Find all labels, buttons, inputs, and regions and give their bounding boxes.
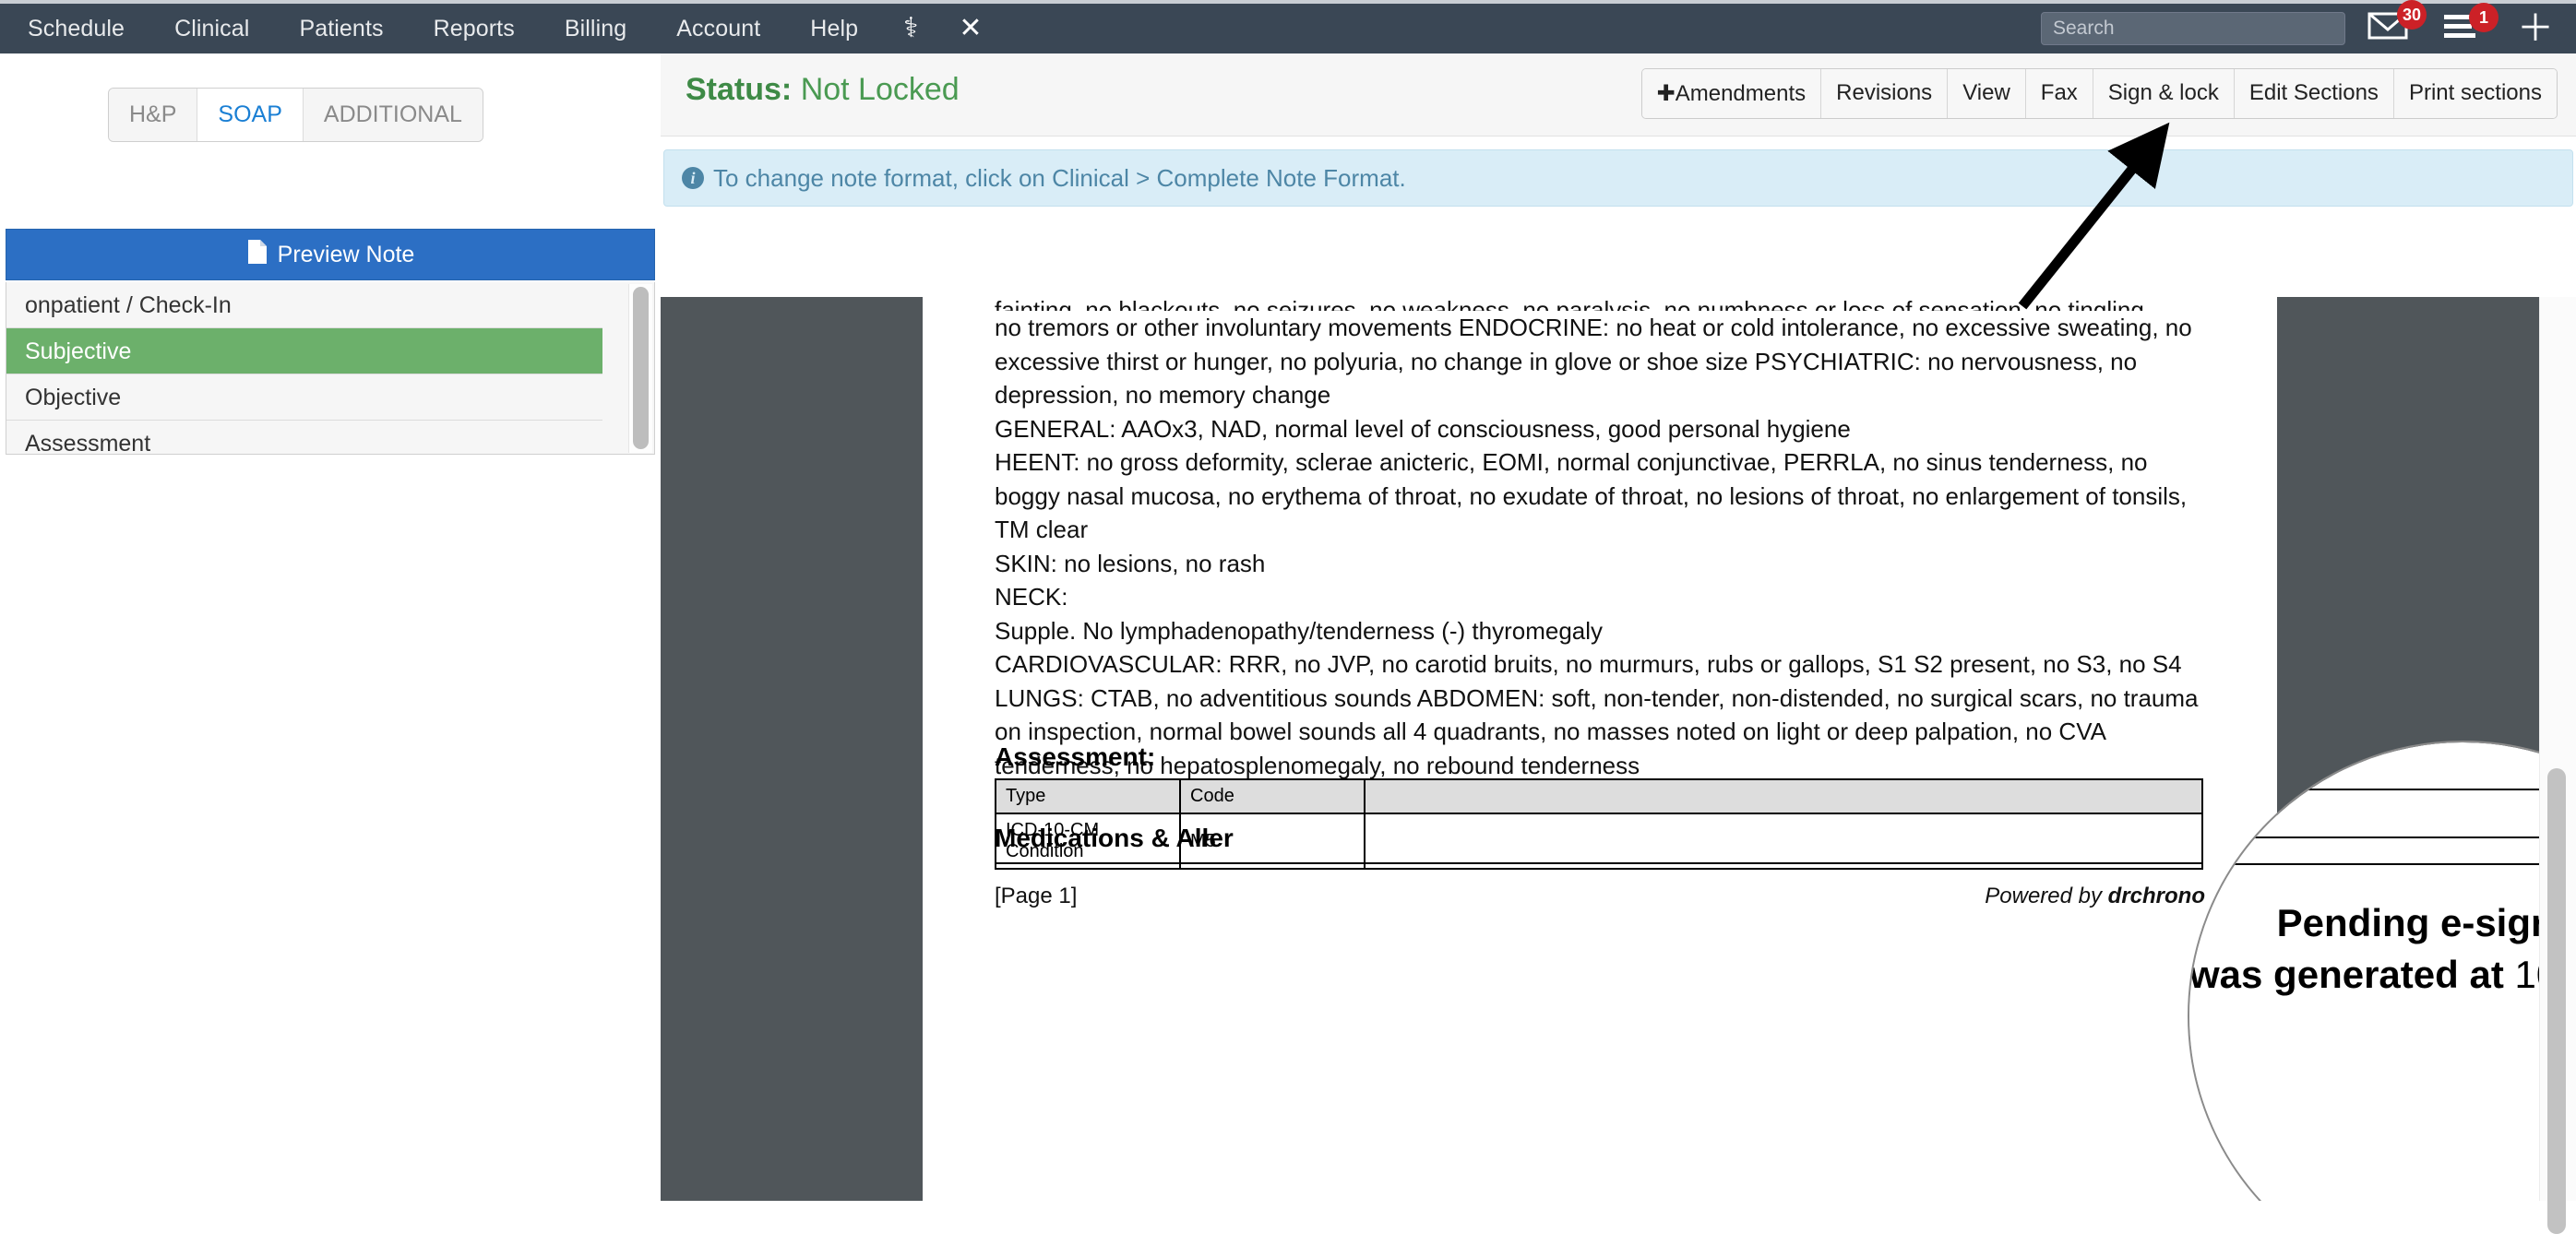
table-header-row: Type Code [995, 778, 2203, 814]
status-value: Not Locked [800, 72, 960, 107]
column-header-code: Code [1179, 778, 1366, 814]
top-navigation-bar: Schedule Clinical Patients Reports Billi… [0, 0, 2576, 53]
note-format-tabs: H&P SOAP ADDITIONAL [108, 88, 483, 142]
pdf-viewer[interactable]: fainting, no blackouts, no seizures, no … [661, 297, 2539, 1201]
info-icon: i [682, 167, 704, 189]
column-header-blank [1364, 778, 2203, 814]
tab-additional[interactable]: ADDITIONAL [303, 89, 483, 141]
status-label: Status: [686, 72, 793, 107]
magnifier-line-2-bold: was generated at [2189, 953, 2515, 996]
section-item-subjective[interactable]: Subjective [6, 328, 602, 374]
medications-heading: Medications & Aller [995, 824, 1234, 852]
main-content: Status: Not Locked ✚Amendments Revisions… [661, 53, 2576, 1234]
note-paragraph: GENERAL: AAOx3, NAD, normal level of con… [995, 414, 1851, 443]
pdf-scrollbar-thumb[interactable] [2547, 768, 2566, 1234]
section-item-objective[interactable]: Objective [6, 374, 602, 421]
preview-note-button[interactable]: Preview Note [6, 229, 655, 280]
note-body: fainting, no blackouts, no seizures, no … [995, 297, 2201, 782]
document-icon-svg [247, 239, 267, 264]
section-list-scrollbar-thumb[interactable] [633, 287, 649, 449]
messages-badge: 30 [2396, 0, 2427, 30]
section-item-onpatient-checkin[interactable]: onpatient / Check-In [6, 282, 602, 328]
tasks-badge: 1 [2469, 2, 2498, 32]
status-bar: Status: Not Locked ✚Amendments Revisions… [661, 53, 2576, 136]
note-paragraph: no tremors or other involuntary movement… [995, 314, 2192, 409]
note-paragraph: CARDIOVASCULAR: RRR, no JVP, no carotid … [995, 650, 2199, 779]
magnifier-background [2189, 742, 2539, 1201]
caduceus-icon[interactable]: ⚕ [883, 4, 938, 53]
powered-by-prefix: Powered by [1985, 884, 2108, 908]
assessment-table-head: Type Code [995, 778, 2203, 814]
note-status: Status: Not Locked [686, 72, 960, 108]
magnifier-line-2-rest: 10/19/2020 9:17AM [2514, 953, 2539, 996]
tab-soap[interactable]: SOAP [197, 89, 304, 141]
column-header-type: Type [995, 778, 1181, 814]
view-button[interactable]: View [1948, 69, 2026, 118]
close-icon[interactable]: ✕ [938, 4, 1002, 53]
preview-note-label: Preview Note [277, 241, 415, 267]
nav-item-help[interactable]: Help [785, 4, 883, 53]
fax-button[interactable]: Fax [2025, 69, 2093, 118]
messages-button[interactable]: 30 [2367, 0, 2427, 48]
nav-item-account[interactable]: Account [651, 4, 785, 53]
section-item-assessment[interactable]: Assessment [6, 421, 602, 454]
magnifier-rule-top [2189, 789, 2539, 790]
sign-and-lock-button[interactable]: Sign & lock [2093, 69, 2235, 118]
magnifier-rule-bottom [2189, 863, 2539, 865]
magnifier-line-1: Pending e-signature [2276, 901, 2539, 944]
note-paragraph: SKIN: no lesions, no rash [995, 549, 1266, 577]
plus-small-icon: ✚ [1656, 81, 1676, 106]
nav-item-clinical[interactable]: Clinical [149, 4, 274, 53]
info-banner: i To change note format, click on Clinic… [663, 149, 2573, 207]
note-paragraph: HEENT: no gross deformity, sclerae anict… [995, 448, 2188, 543]
nav-item-reports[interactable]: Reports [409, 4, 540, 53]
section-list: onpatient / Check-In Subjective Objectiv… [6, 282, 655, 455]
search-input[interactable] [2041, 12, 2345, 45]
nav-right-group: 30 1 ＋ [2041, 0, 2576, 53]
print-sections-button[interactable]: Print sections [2393, 69, 2557, 118]
powered-by: Powered by drchrono [1985, 884, 2205, 909]
pdf-page: fainting, no blackouts, no seizures, no … [923, 297, 2539, 1201]
amendments-button[interactable]: ✚Amendments [1641, 69, 1822, 118]
magnifier-callout: Pending e-signature was generated at 10/… [2188, 741, 2539, 1201]
tab-hp[interactable]: H&P [109, 89, 198, 141]
assessment-heading: Assessment: [995, 742, 1156, 771]
cell-blank [1364, 813, 2203, 870]
magnifier-line-2: was generated at 10/19/2020 9:17AM [2189, 953, 2539, 997]
tasks-button[interactable]: 1 [2443, 2, 2498, 45]
amendments-label: Amendments [1675, 81, 1807, 106]
left-panel: H&P SOAP ADDITIONAL Preview Note onpatie… [0, 53, 661, 1201]
powered-by-brand: drchrono [2107, 884, 2205, 908]
nav-item-patients[interactable]: Patients [274, 4, 408, 53]
page-number: [Page 1] [995, 884, 1078, 908]
medications-divider [995, 862, 2203, 864]
note-toolbar: ✚Amendments Revisions View Fax Sign & lo… [1640, 68, 2558, 119]
note-paragraph: fainting, no blackouts, no seizures, no … [995, 297, 2152, 311]
revisions-button[interactable]: Revisions [1821, 69, 1949, 118]
info-banner-text: To change note format, click on Clinical… [713, 163, 1406, 192]
note-paragraph: Supple. No lymphadenopathy/tenderness (-… [995, 616, 1604, 645]
note-paragraph: NECK: [995, 583, 1068, 611]
nav-item-billing[interactable]: Billing [540, 4, 651, 53]
nav-item-schedule[interactable]: Schedule [0, 4, 149, 53]
magnifier-rule-mid [2189, 837, 2539, 838]
document-icon [246, 239, 268, 271]
edit-sections-button[interactable]: Edit Sections [2234, 69, 2394, 118]
